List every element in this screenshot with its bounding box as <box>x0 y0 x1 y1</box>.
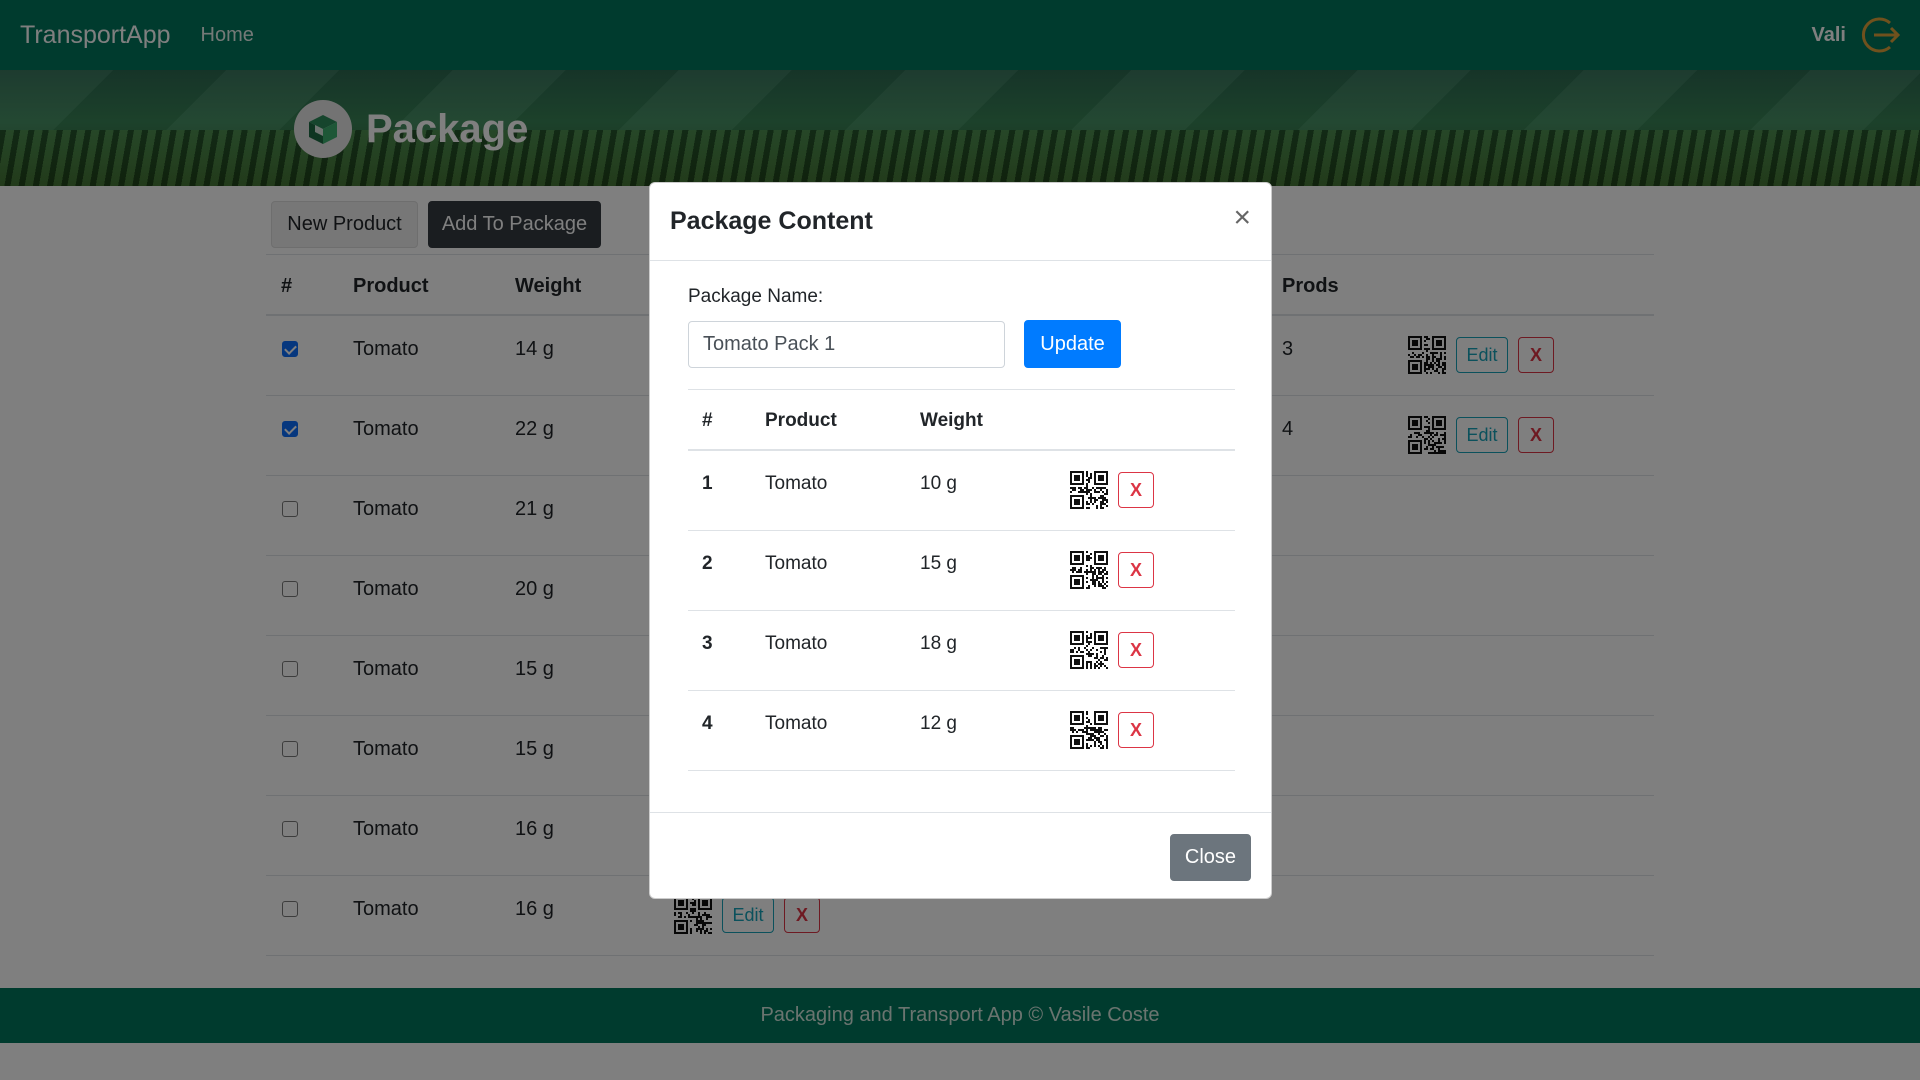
product-weight: 12 g <box>920 713 957 734</box>
col-weight: Weight <box>920 410 983 431</box>
package-name-input[interactable] <box>688 321 1005 368</box>
col-product: Product <box>765 410 837 431</box>
row-actions: X <box>1070 631 1154 669</box>
product-weight: 18 g <box>920 633 957 654</box>
package-content-modal: Package Content × Package Name: Update #… <box>649 182 1272 899</box>
remove-from-package-button[interactable]: X <box>1118 552 1154 588</box>
col-index: # <box>702 410 713 431</box>
qr-code-icon[interactable] <box>1070 471 1108 509</box>
modal-header: Package Content × <box>650 183 1271 261</box>
row-index: 3 <box>702 633 713 654</box>
update-button[interactable]: Update <box>1024 320 1121 368</box>
remove-from-package-button[interactable]: X <box>1118 712 1154 748</box>
row-actions: X <box>1070 711 1154 749</box>
remove-from-package-button[interactable]: X <box>1118 472 1154 508</box>
product-name: Tomato <box>765 633 828 654</box>
product-name: Tomato <box>765 713 828 734</box>
table-row: 4 Tomato 12 g X <box>688 691 1235 771</box>
qr-code-icon[interactable] <box>1070 631 1108 669</box>
table-row: 1 Tomato 10 g X <box>688 451 1235 531</box>
product-name: Tomato <box>765 553 828 574</box>
qr-code-icon[interactable] <box>1070 711 1108 749</box>
product-weight: 10 g <box>920 473 957 494</box>
modal-footer: Close <box>650 812 1271 900</box>
product-weight: 15 g <box>920 553 957 574</box>
close-button[interactable]: Close <box>1170 834 1251 881</box>
close-icon[interactable]: × <box>1233 203 1251 233</box>
row-actions: X <box>1070 551 1154 589</box>
row-index: 4 <box>702 713 713 734</box>
qr-code-icon[interactable] <box>1070 551 1108 589</box>
remove-from-package-button[interactable]: X <box>1118 632 1154 668</box>
row-index: 1 <box>702 473 713 494</box>
table-row: 2 Tomato 15 g X <box>688 531 1235 611</box>
modal-title: Package Content <box>670 207 873 235</box>
package-name-label: Package Name: <box>688 286 824 307</box>
product-name: Tomato <box>765 473 828 494</box>
row-actions: X <box>1070 471 1154 509</box>
row-index: 2 <box>702 553 713 574</box>
package-table-header: # Product Weight <box>688 389 1235 451</box>
table-row: 3 Tomato 18 g X <box>688 611 1235 691</box>
